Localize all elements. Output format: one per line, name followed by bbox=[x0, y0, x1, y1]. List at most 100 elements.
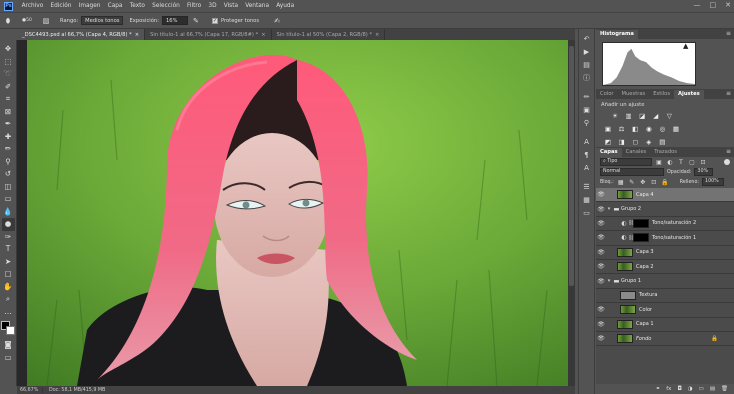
type-tool-icon[interactable]: T bbox=[2, 243, 15, 256]
layer-capa-4[interactable]: 👁 Capa 4 bbox=[596, 188, 734, 203]
visibility-eye-icon[interactable]: 👁 bbox=[596, 249, 606, 256]
fill-input[interactable]: 100% bbox=[702, 178, 725, 186]
path-selection-tool-icon[interactable]: ➤ bbox=[2, 256, 15, 269]
layer-fondo[interactable]: 👁 Fondo 🔒 bbox=[596, 332, 734, 347]
exposure-input[interactable]: 16% bbox=[161, 16, 188, 25]
menu-archivo[interactable]: Archivo bbox=[18, 3, 47, 9]
visibility-eye-icon[interactable]: 👁 bbox=[596, 278, 606, 285]
visibility-eye-icon[interactable]: 👁 bbox=[596, 306, 606, 313]
zoom-level-field[interactable]: 66,67% bbox=[17, 387, 43, 393]
curves-icon[interactable]: ◪ bbox=[637, 111, 647, 121]
brush-settings-icon[interactable]: ▨ bbox=[41, 16, 51, 26]
eyedropper-tool-icon[interactable]: ✒ bbox=[2, 118, 15, 131]
visibility-eye-icon[interactable]: 👁 bbox=[596, 191, 606, 198]
eraser-tool-icon[interactable]: ◫ bbox=[2, 181, 15, 194]
color-swatches[interactable] bbox=[1, 321, 15, 335]
airbrush-icon[interactable]: ✎ bbox=[191, 16, 201, 26]
new-group-icon[interactable]: ▭ bbox=[699, 386, 704, 392]
history-icon[interactable]: ↶ bbox=[581, 33, 593, 46]
menu-ventana[interactable]: Ventana bbox=[242, 3, 273, 9]
quick-select-tool-icon[interactable]: ✐ bbox=[2, 81, 15, 94]
lasso-tool-icon[interactable]: ➰ bbox=[2, 68, 15, 81]
close-icon[interactable]: × bbox=[375, 32, 379, 38]
tab-color[interactable]: Color bbox=[596, 90, 618, 99]
tab-histograma[interactable]: Histograma bbox=[596, 30, 638, 39]
play-actions-icon[interactable]: ▶ bbox=[581, 46, 593, 59]
cache-warning-icon[interactable]: ▲ bbox=[683, 42, 688, 50]
tab-canales[interactable]: Canales bbox=[622, 148, 651, 157]
layer-color[interactable]: 👁 Color bbox=[596, 303, 734, 318]
panel-menu-icon[interactable]: ≡ bbox=[726, 90, 731, 97]
lock-all-icon[interactable]: 🔒 bbox=[661, 179, 669, 186]
pen-tool-icon[interactable]: ✑ bbox=[2, 231, 15, 244]
filter-shape-icon[interactable]: ▢ bbox=[688, 159, 696, 166]
quick-mask-icon[interactable]: ◙ bbox=[2, 339, 15, 352]
close-icon[interactable]: × bbox=[135, 32, 139, 38]
background-color-swatch[interactable] bbox=[6, 326, 15, 335]
document-image[interactable] bbox=[27, 40, 574, 386]
visibility-eye-icon[interactable]: 👁 bbox=[596, 335, 606, 342]
more-tools-icon[interactable]: … bbox=[2, 306, 15, 319]
canvas-vertical-scrollbar[interactable] bbox=[568, 40, 575, 386]
character-icon[interactable]: A bbox=[581, 136, 593, 149]
marquee-tool-icon[interactable]: ⬚ bbox=[2, 56, 15, 69]
frame-tool-icon[interactable]: ⊠ bbox=[2, 106, 15, 119]
selective-color-icon[interactable]: ◈ bbox=[644, 137, 654, 147]
gradient-tool-icon[interactable]: ▭ bbox=[2, 193, 15, 206]
crop-tool-icon[interactable]: ⌗ bbox=[2, 93, 15, 106]
close-icon[interactable]: × bbox=[261, 32, 265, 38]
color-balance-icon[interactable]: ⚖ bbox=[617, 124, 627, 134]
layer-tono-saturacion-2[interactable]: 👁 ◐ ⛓ Tono/saturación 2 bbox=[596, 217, 734, 232]
layer-capa-2[interactable]: 👁 Capa 2 bbox=[596, 260, 734, 275]
filter-toggle[interactable] bbox=[724, 159, 730, 165]
layer-capa-3[interactable]: 👁 Capa 3 bbox=[596, 246, 734, 260]
tab-capas[interactable]: Capas bbox=[596, 148, 622, 157]
visibility-eye-icon[interactable]: 👁 bbox=[596, 234, 606, 241]
filter-pixel-icon[interactable]: ▣ bbox=[655, 159, 663, 166]
lock-transparency-icon[interactable]: ▦ bbox=[617, 179, 625, 186]
levels-icon[interactable]: ▥ bbox=[624, 111, 634, 121]
layer-filter-select[interactable]: ⌕ Tipo bbox=[600, 158, 652, 166]
tab-sin-titulo-1-b[interactable]: Sin título-1 al 50% (Capa 2, RGB/8) * × bbox=[272, 29, 386, 40]
channel-mixer-icon[interactable]: ◎ bbox=[657, 124, 667, 134]
photo-filter-icon[interactable]: ◉ bbox=[644, 124, 654, 134]
new-layer-icon[interactable]: ▤ bbox=[710, 386, 715, 392]
clone-stamp-tool-icon[interactable]: ⚲ bbox=[2, 156, 15, 169]
lock-pixels-icon[interactable]: ✎ bbox=[628, 179, 636, 186]
exposure-icon[interactable]: ◢ bbox=[651, 111, 661, 121]
info-icon[interactable]: ⓘ bbox=[581, 72, 593, 85]
visibility-eye-icon[interactable]: 👁 bbox=[596, 321, 606, 328]
panel-menu-icon[interactable]: ≡ bbox=[726, 148, 731, 155]
lock-artboard-icon[interactable]: ⊡ bbox=[650, 179, 658, 186]
visibility-eye-icon[interactable]: 👁 bbox=[596, 220, 606, 227]
history-brush-tool-icon[interactable]: ↺ bbox=[2, 168, 15, 181]
minimize-button[interactable]: — bbox=[694, 1, 701, 9]
protect-tones-checkbox[interactable]: ✓ bbox=[211, 17, 218, 24]
menu-seleccion[interactable]: Selección bbox=[149, 3, 184, 9]
tab-muestras[interactable]: Muestras bbox=[618, 90, 650, 99]
tab-trazados[interactable]: Trazados bbox=[650, 148, 681, 157]
visibility-eye-icon[interactable]: 👁 bbox=[596, 206, 606, 213]
canvas-area[interactable] bbox=[17, 40, 575, 386]
opacity-input[interactable]: 30% bbox=[694, 168, 714, 176]
clone-source-icon[interactable]: ⚲ bbox=[581, 117, 593, 130]
threshold-icon[interactable]: ◻ bbox=[630, 137, 640, 147]
layer-comps-icon[interactable]: ▤ bbox=[581, 59, 593, 72]
invert-icon[interactable]: ◩ bbox=[603, 137, 613, 147]
brushes-icon[interactable]: ✏ bbox=[581, 91, 593, 104]
range-select[interactable]: Medios tonos bbox=[81, 16, 124, 25]
filter-adjustment-icon[interactable]: ◐ bbox=[666, 159, 674, 166]
hue-saturation-icon[interactable]: ▣ bbox=[603, 124, 613, 134]
scrollbar-thumb[interactable] bbox=[569, 46, 574, 286]
menu-vista[interactable]: Vista bbox=[220, 3, 241, 9]
pressure-size-icon[interactable]: ✍ bbox=[272, 16, 282, 26]
layer-textura[interactable]: Textura bbox=[596, 289, 734, 304]
color-lookup-icon[interactable]: ▦ bbox=[671, 124, 681, 134]
lock-position-icon[interactable]: ✥ bbox=[639, 179, 647, 186]
vibrance-icon[interactable]: ▽ bbox=[664, 111, 674, 121]
timeline-icon[interactable]: ▭ bbox=[581, 207, 593, 220]
layer-tono-saturacion-1[interactable]: 👁 ◐ ⛓ Tono/saturación 1 bbox=[596, 231, 734, 246]
libraries-icon[interactable]: ▦ bbox=[581, 194, 593, 207]
tab-ajustes[interactable]: Ajustes bbox=[674, 90, 704, 99]
layer-grupo-1[interactable]: 👁 ▾ ▬ Grupo 1 bbox=[596, 274, 734, 289]
